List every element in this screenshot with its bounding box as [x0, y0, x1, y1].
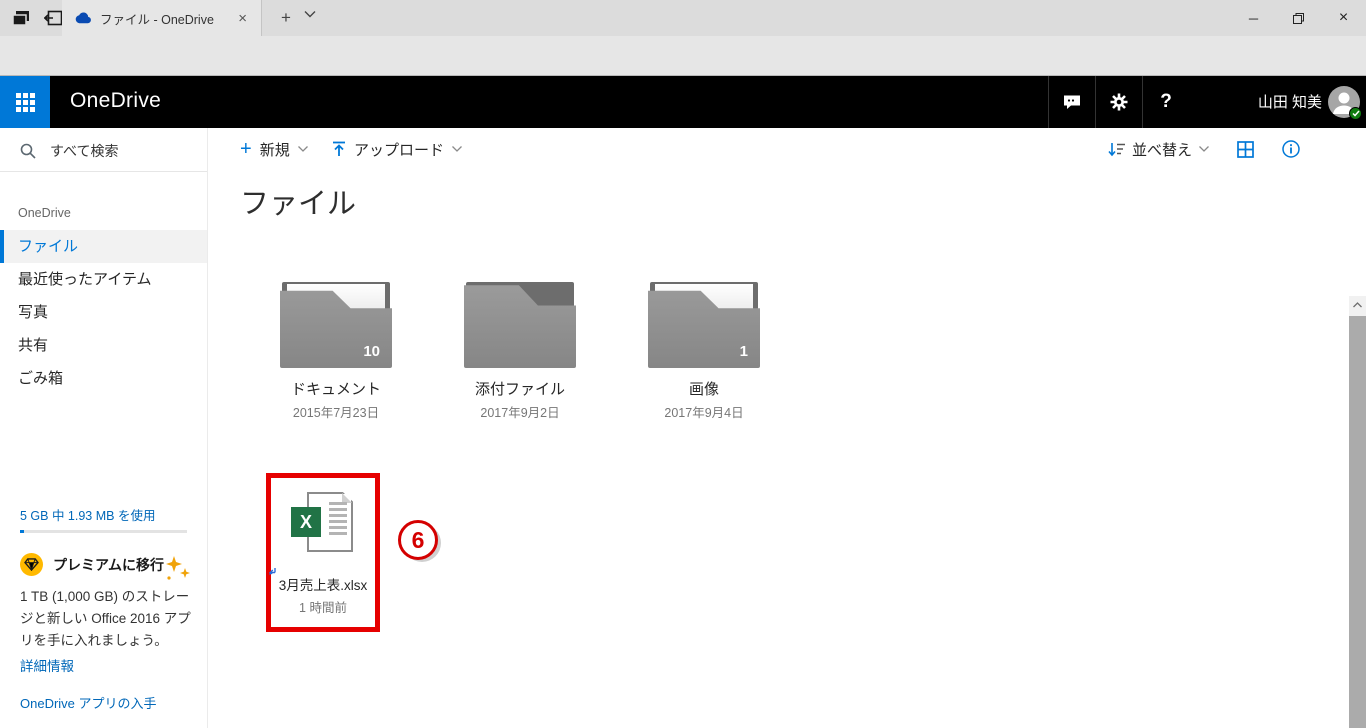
avatar[interactable]: [1328, 86, 1362, 120]
folder-tiles: 10 ドキュメント 2015年7月23日 添付ファイル 2017年9月2日 1 …: [268, 276, 820, 421]
window-minimize-button[interactable]: ─: [1231, 0, 1276, 36]
browser-address-bar: ← → https://onedrive.live.com/ xxxxxxxx …: [0, 36, 1366, 109]
excel-x-glyph: X: [291, 507, 321, 537]
folder-icon: 1: [648, 276, 760, 368]
scroll-up-icon[interactable]: [1349, 296, 1366, 313]
folder-tile-attachments[interactable]: 添付ファイル 2017年9月2日: [452, 276, 588, 421]
search-icon: [20, 143, 36, 159]
tabs-set-aside-icon[interactable]: [44, 10, 63, 26]
new-button[interactable]: + 新規: [240, 139, 308, 160]
sidebar-item-recent[interactable]: 最近使ったアイテム: [0, 263, 207, 296]
info-icon[interactable]: [1282, 140, 1300, 158]
storage-usage-link[interactable]: 5 GB 中 1.93 MB を使用: [20, 505, 155, 524]
tab-close-icon[interactable]: ×: [232, 10, 253, 27]
folder-date: 2015年7月23日: [292, 406, 380, 420]
sidebar-item-photos[interactable]: 写真: [0, 296, 207, 329]
folder-name: 添付ファイル: [474, 381, 565, 398]
new-item-arrow-icon: [267, 567, 277, 577]
new-button-label: 新規: [259, 141, 290, 159]
main-content: + 新規 アップロード 並べ替え ファイル 10 ドキュメント 2015年7月2…: [208, 128, 1366, 728]
status-online-badge: [1349, 107, 1362, 120]
set-tabs-aside-icon[interactable]: [12, 10, 30, 26]
waffle-icon: [15, 92, 35, 112]
sparkles-icon: [162, 556, 192, 582]
folder-date: 2017年9月2日: [480, 406, 560, 420]
command-bar: + 新規 アップロード 並べ替え: [208, 128, 1366, 170]
browser-tab-bar: ファイル - OneDrive × + ─ ×: [0, 0, 1366, 36]
app-launcher-button[interactable]: [0, 76, 50, 128]
user-name[interactable]: 山田 知美: [1258, 91, 1322, 112]
window-controls: ─ ×: [1231, 0, 1366, 36]
excel-file-icon: X: [291, 492, 355, 564]
folder-icon: 10: [280, 276, 392, 368]
onedrive-cloud-icon: [74, 12, 92, 24]
window-close-button[interactable]: ×: [1321, 0, 1366, 36]
upload-icon: [333, 141, 345, 156]
annotation-highlight-box: X 3月売上表.xlsx 1 時間前: [266, 473, 380, 632]
sidebar-nav: ファイル 最近使ったアイテム 写真 共有 ごみ箱: [0, 230, 207, 395]
folder-date: 2017年9月4日: [664, 406, 744, 420]
sidebar: すべて検索 OneDrive ファイル 最近使ったアイテム 写真 共有 ごみ箱 …: [0, 128, 208, 728]
onedrive-header: OneDrive ? 山田 知美: [0, 76, 1366, 128]
app-title: OneDrive: [70, 89, 162, 112]
sort-button-label: 並べ替え: [1131, 141, 1192, 159]
premium-upsell-header[interactable]: プレミアムに移行: [20, 553, 164, 576]
folder-item-count: 1: [739, 343, 748, 360]
help-button[interactable]: ?: [1142, 76, 1189, 128]
gear-icon: [1110, 93, 1128, 111]
upload-button-label: アップロード: [354, 141, 445, 159]
sidebar-item-shared[interactable]: 共有: [0, 329, 207, 362]
chevron-down-icon: [297, 146, 308, 152]
sidebar-item-recycle-bin[interactable]: ごみ箱: [0, 362, 207, 395]
file-modified-time: 1 時間前: [299, 601, 347, 615]
folder-icon: [464, 276, 576, 368]
folder-name: 画像: [688, 381, 719, 398]
sidebar-section-label: OneDrive: [18, 206, 71, 220]
window-restore-button[interactable]: [1276, 0, 1321, 36]
premium-body-text: 1 TB (1,000 GB) のストレージと新しい Office 2016 ア…: [20, 589, 191, 648]
premium-diamond-icon: [20, 553, 43, 576]
premium-title: プレミアムに移行: [53, 556, 165, 573]
sort-icon: [1108, 142, 1125, 156]
tab-title: ファイル - OneDrive: [100, 12, 214, 27]
premium-details-link[interactable]: 詳細情報: [20, 655, 74, 675]
annotation-step-marker: 6: [398, 520, 438, 560]
upload-button[interactable]: アップロード: [332, 139, 462, 160]
scrollbar-thumb[interactable]: [1349, 316, 1366, 728]
folder-item-count: 10: [363, 343, 380, 360]
vertical-scrollbar[interactable]: [1349, 296, 1366, 728]
grid-view-icon[interactable]: [1237, 140, 1254, 158]
chat-icon: [1064, 95, 1080, 109]
sidebar-item-files[interactable]: ファイル: [0, 230, 207, 263]
folder-name: ドキュメント: [290, 381, 381, 398]
file-tile-excel[interactable]: X 3月売上表.xlsx 1 時間前: [268, 478, 375, 627]
search-box[interactable]: すべて検索: [0, 136, 207, 166]
search-label: すべて検索: [50, 143, 119, 159]
browser-tab[interactable]: ファイル - OneDrive ×: [62, 0, 262, 36]
plus-icon: +: [240, 138, 252, 160]
folder-tile-pictures[interactable]: 1 画像 2017年9月4日: [636, 276, 772, 421]
page-title: ファイル: [240, 188, 357, 220]
storage-progress-bar: [20, 530, 187, 533]
new-tab-button[interactable]: +: [272, 6, 300, 30]
tab-list-chevron-icon[interactable]: [304, 10, 316, 18]
get-onedrive-app-link[interactable]: OneDrive アプリの入手: [20, 693, 157, 712]
sidebar-divider: [0, 171, 207, 172]
folder-tile-documents[interactable]: 10 ドキュメント 2015年7月23日: [268, 276, 404, 421]
file-name: 3月売上表.xlsx: [268, 568, 375, 594]
feedback-button[interactable]: [1048, 76, 1095, 128]
chevron-down-icon: [452, 146, 462, 152]
chevron-down-icon: [1199, 146, 1209, 152]
sort-button[interactable]: 並べ替え: [1108, 139, 1209, 160]
storage-progress-fill: [20, 530, 24, 533]
settings-button[interactable]: [1095, 76, 1142, 128]
